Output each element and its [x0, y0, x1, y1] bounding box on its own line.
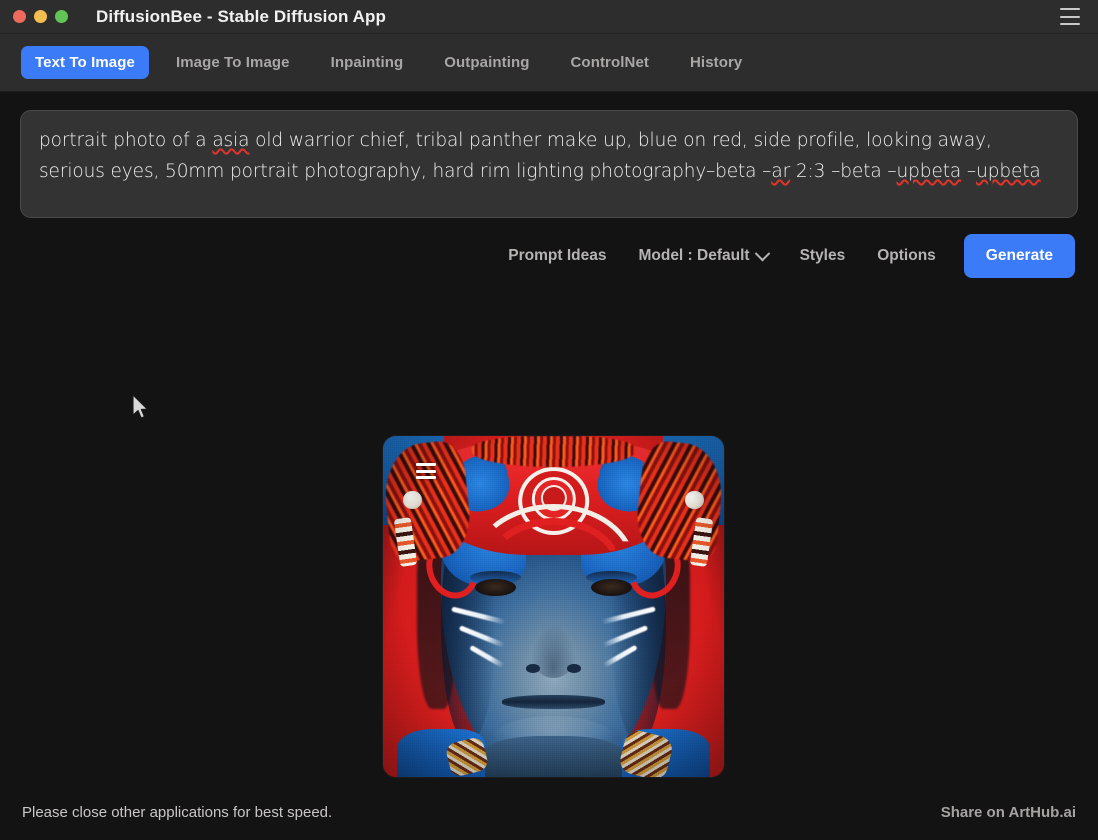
menu-bar-3	[1060, 23, 1080, 25]
main-content: portrait photo of a asia old warrior chi…	[0, 92, 1098, 840]
prompt-text: portrait photo of a asia old warrior chi…	[39, 125, 1059, 187]
prompt-input[interactable]: portrait photo of a asia old warrior chi…	[20, 110, 1078, 218]
image-menu-bar-1	[416, 463, 436, 466]
image-grain	[383, 436, 724, 777]
share-arthub-link[interactable]: Share on ArtHub.ai	[941, 804, 1076, 821]
prompt-misspelled-ar: ar	[771, 161, 790, 182]
mouse-cursor	[131, 394, 149, 420]
model-selector[interactable]: Model : Default	[622, 239, 783, 273]
prompt-toolbar: Prompt Ideas Model : Default Styles Opti…	[492, 234, 1075, 278]
prompt-seg-2: old warrior chief, tribal panther make u…	[249, 130, 991, 151]
model-selector-label: Model : Default	[638, 247, 749, 265]
minimize-button[interactable]	[34, 10, 47, 23]
window-title: DiffusionBee - Stable Diffusion App	[96, 0, 386, 33]
prompt-ideas-button[interactable]: Prompt Ideas	[492, 239, 622, 273]
prompt-seg-4: 2:3 –beta –	[790, 161, 896, 182]
window-controls	[0, 10, 68, 23]
tab-outpainting[interactable]: Outpainting	[430, 46, 543, 79]
tab-image-to-image[interactable]: Image To Image	[162, 46, 304, 79]
tab-text-to-image[interactable]: Text To Image	[21, 46, 149, 79]
prompt-seg-5: –	[961, 161, 976, 182]
diffusionbee-window: DiffusionBee - Stable Diffusion App Text…	[0, 0, 1098, 840]
tab-inpainting[interactable]: Inpainting	[317, 46, 418, 79]
close-button[interactable]	[13, 10, 26, 23]
title-bar: DiffusionBee - Stable Diffusion App	[0, 0, 1098, 34]
styles-button[interactable]: Styles	[784, 239, 862, 273]
generated-image[interactable]	[383, 436, 724, 777]
prompt-seg-3: serious eyes, 50mm portrait photography,…	[39, 161, 771, 182]
tab-history[interactable]: History	[676, 46, 756, 79]
hamburger-menu-icon[interactable]	[1060, 8, 1080, 25]
generate-button[interactable]: Generate	[964, 234, 1075, 278]
prompt-misspelled-asia: asia	[212, 130, 249, 151]
prompt-misspelled-upbeta-2: upbeta	[976, 161, 1041, 182]
maximize-button[interactable]	[55, 10, 68, 23]
menu-bar-2	[1060, 16, 1080, 18]
tab-bar: Text To Image Image To Image Inpainting …	[0, 34, 1098, 92]
image-menu-bar-2	[416, 470, 436, 473]
image-options-hamburger-icon[interactable]	[416, 463, 436, 479]
image-menu-bar-3	[416, 476, 436, 479]
chevron-down-icon	[754, 245, 770, 261]
generated-image-container[interactable]	[383, 436, 724, 777]
prompt-misspelled-upbeta-1: upbeta	[897, 161, 962, 182]
status-message: Please close other applications for best…	[22, 804, 332, 821]
status-bar: Please close other applications for best…	[0, 784, 1098, 840]
menu-bar-1	[1060, 8, 1080, 10]
prompt-seg-1: portrait photo of a	[39, 130, 212, 151]
tab-controlnet[interactable]: ControlNet	[557, 46, 664, 79]
options-button[interactable]: Options	[861, 239, 952, 273]
